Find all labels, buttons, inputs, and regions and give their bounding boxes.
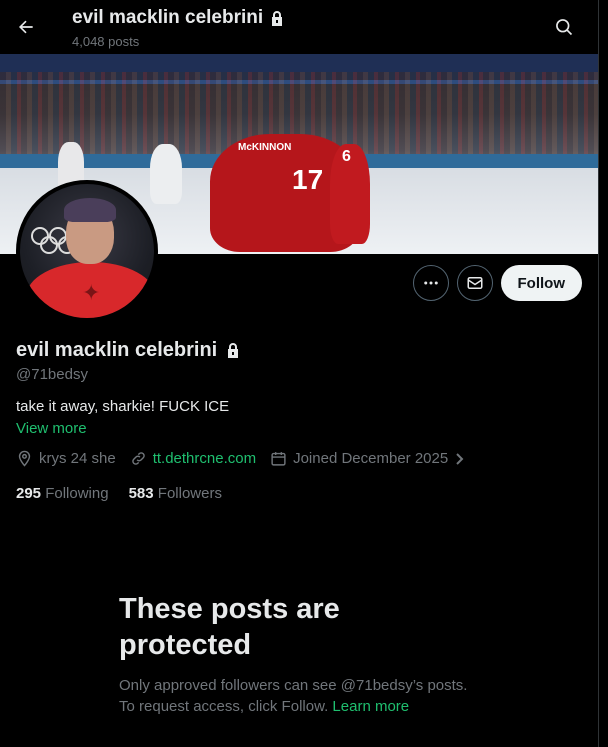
calendar-icon <box>271 452 286 466</box>
protected-heading: These posts are protected <box>119 591 519 663</box>
envelope-icon <box>467 277 482 289</box>
search-button[interactable] <box>548 11 580 43</box>
website-link[interactable]: tt.dethrcne.com <box>153 450 256 467</box>
link-icon <box>131 452 145 465</box>
joined-item[interactable]: Joined December 2025 <box>270 450 466 467</box>
banner-jersey-text: McKINNON <box>238 142 292 153</box>
follow-button[interactable]: Follow <box>500 265 582 301</box>
profile-bio: take it away, sharkie! FUCK ICE <box>16 398 230 415</box>
protected-heading-line1: These posts are <box>119 593 340 625</box>
profile-display-name: evil macklin celebrini <box>16 339 218 361</box>
joined-text: Joined December 2025 <box>293 450 449 467</box>
view-more-link[interactable]: View more <box>16 420 87 437</box>
header-title: evil macklin celebrini <box>72 7 285 29</box>
protected-line1: Only approved followers can see @71bedsy… <box>119 677 468 694</box>
protected-lock-icon <box>228 343 239 358</box>
message-button[interactable] <box>456 265 493 301</box>
profile-actions: Follow <box>412 265 582 301</box>
chevron-right-icon <box>456 452 464 465</box>
location-item: krys 24 she <box>16 450 116 467</box>
banner-jersey-number: 17 <box>292 164 324 195</box>
learn-more-link[interactable]: Learn more <box>332 698 409 715</box>
follow-stats: 295 Following 583 Followers <box>16 485 242 502</box>
arrow-left-icon <box>19 20 33 34</box>
followers-label: Followers <box>157 485 222 502</box>
back-button[interactable] <box>10 11 42 43</box>
website-item: tt.dethrcne.com <box>130 450 256 467</box>
lock-icon <box>272 10 283 26</box>
profile-meta: krys 24 she tt.dethrcne.com Joined Decem… <box>16 450 480 467</box>
maple-leaf-icon: ✦ <box>82 280 101 305</box>
followers-count: 583 <box>128 485 154 502</box>
protected-notice: These posts are protected Only approved … <box>119 591 519 717</box>
following-label: Following <box>45 485 109 502</box>
banner-player <box>150 144 182 204</box>
location-text: krys 24 she <box>39 450 116 467</box>
protected-heading-line2: protected <box>119 629 252 661</box>
banner-jersey-number: 6 <box>342 148 351 165</box>
profile-name-row: evil macklin celebrini <box>16 339 241 362</box>
location-pin-icon <box>18 450 31 467</box>
search-icon <box>556 19 573 36</box>
posts-count: 4,048 posts <box>72 34 140 49</box>
avatar-beanie <box>64 198 116 222</box>
following-count: 295 <box>16 485 42 502</box>
header-display-name: evil macklin celebrini <box>72 7 264 28</box>
avatar[interactable]: ✦ <box>16 180 158 322</box>
profile-handle: @71bedsy <box>16 366 88 383</box>
more-horizontal-icon <box>423 281 438 285</box>
right-edge-divider <box>598 0 608 747</box>
followers-link[interactable]: 583 Followers <box>129 485 222 502</box>
top-bar: evil macklin celebrini 4,048 posts <box>0 0 608 54</box>
protected-description: Only approved followers can see @71bedsy… <box>119 675 519 717</box>
protected-line2: To request access, click Follow. <box>119 698 329 715</box>
following-link[interactable]: 295 Following <box>16 485 109 502</box>
more-options-button[interactable] <box>412 265 449 301</box>
